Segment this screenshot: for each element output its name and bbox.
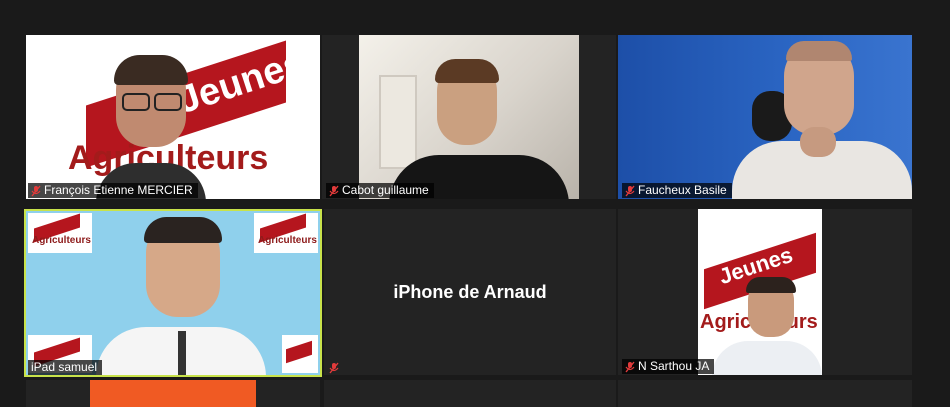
participant-name: Faucheux Basile [638, 183, 727, 197]
person-silhouette [722, 41, 912, 199]
muted-mic-icon [625, 361, 635, 372]
participant-name-bar: N Sarthou JA [622, 359, 715, 374]
person-silhouette [96, 55, 206, 199]
muted-mic-icon [329, 185, 339, 196]
participant-name: François Etienne MERCIER [44, 183, 193, 197]
participant-name-bar: Cabot guillaume [326, 183, 434, 198]
logo-card [282, 335, 318, 373]
participant-name: iPad samuel [31, 360, 98, 374]
video-tile-participant-6[interactable]: Jeunes Agriculteurs N Sarthou JA [618, 209, 912, 375]
logo-card: Agriculteurs [28, 213, 92, 253]
muted-mic-icon [329, 362, 339, 374]
participant-video: Jeunes Agriculteurs [698, 209, 822, 375]
video-tile-partial[interactable] [324, 380, 616, 407]
participant-name: N Sarthou JA [638, 359, 710, 373]
participant-video: Jeunes Agriculteurs [26, 35, 320, 199]
person-silhouette [96, 217, 266, 375]
video-tile-participant-5[interactable]: iPhone de Arnaud [324, 209, 616, 375]
person-silhouette [389, 59, 569, 199]
participant-name: Cabot guillaume [342, 183, 429, 197]
person-silhouette [712, 277, 822, 375]
video-tile-partial[interactable] [618, 380, 912, 407]
video-tile-participant-1[interactable]: Jeunes Agriculteurs François Etienne MER… [26, 35, 320, 199]
muted-mic-icon [31, 185, 41, 196]
video-tile-participant-3[interactable]: Faucheux Basile [618, 35, 912, 199]
participant-video [618, 35, 912, 199]
participant-name-large: iPhone de Arnaud [393, 281, 547, 302]
shared-content-preview[interactable] [90, 380, 256, 407]
participant-name-bar: François Etienne MERCIER [28, 183, 198, 198]
participant-video: Agriculteurs Agriculteurs [26, 211, 320, 375]
video-tile-participant-4[interactable]: Agriculteurs Agriculteurs iPad samuel [24, 209, 322, 377]
participant-name-bar [326, 362, 344, 374]
participant-video [359, 35, 579, 199]
muted-mic-icon [625, 185, 635, 196]
participant-name-bar: Faucheux Basile [622, 183, 732, 198]
video-tile-participant-2[interactable]: Cabot guillaume [322, 35, 616, 199]
participant-name-bar: iPad samuel [28, 360, 103, 375]
